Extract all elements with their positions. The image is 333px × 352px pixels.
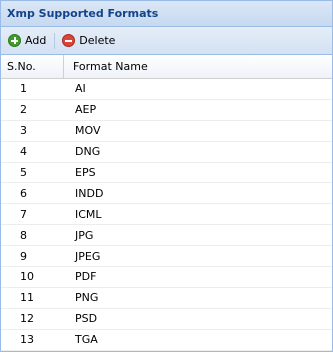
table-row[interactable]: 7 ICML — [1, 204, 332, 226]
cell-format-name: EPS — [75, 166, 96, 179]
cell-format-name: DNG — [75, 145, 101, 159]
cell-sno: 2 — [20, 103, 27, 117]
add-button-label: Add — [25, 34, 47, 47]
cell-sno: 4 — [20, 145, 27, 159]
formats-panel: Xmp Supported Formats Add Delete S.No. F… — [0, 0, 333, 352]
cell-sno: 13 — [20, 333, 34, 347]
table-row[interactable]: 9 JPEG — [1, 246, 332, 268]
cell-format-name: ICML — [75, 207, 102, 221]
table-row[interactable]: 5 EPS — [1, 163, 332, 184]
cell-sno: 5 — [20, 166, 27, 179]
panel-title: Xmp Supported Formats — [7, 7, 159, 20]
cell-format-name: JPEG — [75, 249, 101, 263]
add-icon — [8, 34, 21, 47]
cell-sno: 11 — [20, 291, 34, 305]
cell-format-name: JPG — [75, 228, 94, 242]
table-row[interactable]: 8 JPG — [1, 225, 332, 247]
cell-sno: 7 — [20, 207, 27, 221]
table-row[interactable]: 6 INDD — [1, 183, 332, 205]
delete-icon — [62, 34, 76, 47]
cell-format-name: TGA — [75, 333, 98, 347]
table-row[interactable]: 10 PDF — [1, 267, 332, 288]
table-row[interactable]: 3 MOV — [1, 121, 332, 142]
grid-header: S.No. Format Name — [1, 55, 332, 79]
table-row[interactable]: 13 TGA — [1, 330, 332, 351]
toolbar: Add Delete — [1, 27, 332, 55]
cell-format-name: PDF — [75, 270, 97, 284]
cell-format-name: PSD — [75, 312, 98, 326]
cell-format-name: INDD — [75, 186, 104, 200]
delete-button[interactable]: Delete — [62, 31, 115, 51]
delete-button-label: Delete — [79, 34, 116, 47]
cell-format-name: AI — [75, 82, 86, 96]
grid-body: 1 AI 2 AEP 3 MOV 4 DNG 5 EPS 6 INDD 7 ICML 8 JPG… — [1, 79, 332, 351]
cell-sno: 3 — [20, 124, 27, 138]
table-row[interactable]: 12 PSD — [1, 309, 332, 330]
add-button[interactable]: Add — [8, 31, 46, 51]
table-row[interactable]: 1 AI — [1, 79, 332, 100]
cell-sno: 10 — [20, 270, 34, 284]
toolbar-separator — [54, 32, 56, 49]
table-row[interactable]: 4 DNG — [1, 142, 332, 163]
panel-header: Xmp Supported Formats — [1, 1, 332, 27]
table-row[interactable]: 2 AEP — [1, 100, 332, 121]
cell-sno: 6 — [20, 186, 27, 200]
column-header-sno[interactable]: S.No. — [1, 55, 64, 78]
cell-format-name: MOV — [75, 124, 101, 138]
cell-sno: 12 — [20, 312, 34, 326]
table-row[interactable]: 11 PNG — [1, 288, 332, 309]
cell-format-name: PNG — [75, 291, 99, 305]
cell-sno: 9 — [20, 249, 27, 263]
cell-sno: 1 — [20, 82, 27, 96]
column-header-format-name[interactable]: Format Name — [64, 55, 332, 78]
cell-sno: 8 — [20, 228, 27, 242]
cell-format-name: AEP — [75, 103, 97, 117]
